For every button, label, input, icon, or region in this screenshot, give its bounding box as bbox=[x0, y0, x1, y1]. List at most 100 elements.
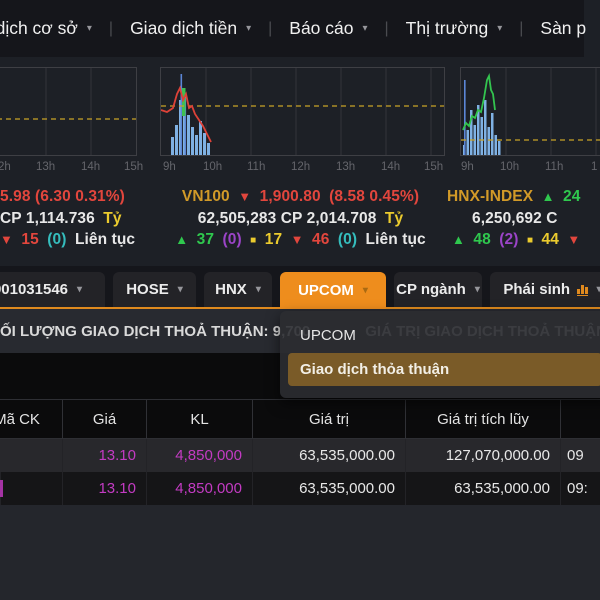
market-tab-bar: 001031546 ▾ HOSE ▾ HNX ▾ UPCOM ▾ CP ngàn… bbox=[0, 266, 600, 309]
chevron-down-icon: ▾ bbox=[178, 284, 183, 295]
top-nav: o dịch cơ sở ▾ | Giao dịch tiền ▾ | Báo … bbox=[0, 0, 584, 57]
tab-label: HNX bbox=[215, 281, 247, 298]
chart-x-axis-labels: 2h 13h 14h 15h 9h 10h 11h 12h 13h 14h 15… bbox=[0, 161, 600, 177]
ticker-fragment bbox=[0, 480, 3, 497]
tab-label: Phái sinh bbox=[503, 281, 570, 298]
index-chart-hnx bbox=[460, 67, 600, 156]
x-tick: 12h bbox=[291, 161, 310, 173]
cell-value: 63,535,000.00 bbox=[252, 439, 405, 472]
deal-table-row[interactable]: 13.10 4,850,000 63,535,000.00 127,070,00… bbox=[0, 439, 600, 472]
x-tick: 11h bbox=[545, 161, 563, 173]
x-tick: 14h bbox=[81, 161, 100, 173]
index-change-value: 5.98 (6.30 0.31%) bbox=[0, 188, 125, 205]
cell-cumulative-value: 127,070,000.00 bbox=[405, 439, 560, 472]
x-tick: 10h bbox=[500, 161, 519, 173]
chevron-down-icon: ▾ bbox=[597, 284, 600, 295]
cell-volume: 4,850,000 bbox=[146, 472, 252, 505]
tab-hose[interactable]: HOSE ▾ bbox=[113, 272, 196, 307]
advancers-count: 48 bbox=[473, 231, 490, 248]
up-arrow-icon: ▲ bbox=[452, 232, 465, 247]
tab-label: 001031546 bbox=[0, 281, 68, 298]
chevron-down-icon: ▾ bbox=[77, 284, 82, 295]
chevron-down-icon: ▾ bbox=[497, 23, 502, 34]
advancers-count: 37 bbox=[197, 231, 214, 248]
x-tick: 14h bbox=[381, 161, 400, 173]
chevron-down-icon: ▾ bbox=[362, 23, 367, 34]
index-vn100-breadth: ▲ 37 (0) ■ 17 ▼ 46 (0) Liên tục bbox=[160, 231, 445, 249]
nav-item-bao-cao[interactable]: Báo cáo ▾ bbox=[272, 18, 384, 39]
tab-label: UPCOM bbox=[298, 282, 354, 299]
index-chart-left bbox=[0, 67, 137, 156]
x-tick: 15h bbox=[424, 161, 443, 173]
flat-square-icon: ■ bbox=[250, 235, 256, 246]
dropdown-item-upcom[interactable]: UPCOM bbox=[288, 319, 600, 352]
index-name: HNX-INDEX bbox=[447, 188, 533, 205]
empty-footer-area bbox=[0, 505, 600, 600]
index-left-volume: CP 1,114.736 Tỷ bbox=[0, 210, 126, 228]
col-header-gia: Giá bbox=[62, 400, 146, 438]
session-status: Liên tục bbox=[366, 231, 426, 248]
nav-label: Thị trường bbox=[406, 18, 489, 39]
index-value: 1,900.80 bbox=[260, 188, 321, 205]
nav-item-giao-dich-co-so[interactable]: o dịch cơ sở ▾ bbox=[0, 18, 109, 39]
nav-item-san-phai-sinh[interactable]: Sàn p bbox=[523, 18, 600, 39]
down-arrow-icon: ▼ bbox=[238, 189, 251, 204]
volume-value: CP 1,114.736 bbox=[0, 210, 95, 227]
col-header-ma-ck: Mã CK bbox=[0, 400, 62, 438]
cell-price: 13.10 bbox=[62, 472, 146, 505]
deal-table-row[interactable]: 13.10 4,850,000 63,535,000.00 63,535,000… bbox=[0, 472, 600, 505]
unchanged-count: 17 bbox=[265, 231, 282, 248]
col-header-time bbox=[560, 400, 600, 438]
index-left-breadth: ▼ 15 (0) Liên tục bbox=[0, 231, 139, 249]
x-tick: 13h bbox=[336, 161, 355, 173]
cell-price: 13.10 bbox=[62, 439, 146, 472]
chevron-down-icon: ▾ bbox=[475, 284, 480, 295]
x-tick: 10h bbox=[203, 161, 222, 173]
volume-unit: Tỷ bbox=[385, 210, 403, 227]
floor-count: (0) bbox=[338, 231, 357, 248]
index-vn100-title: VN100 ▼ 1,900.80 (8.58 0.45%) bbox=[160, 188, 445, 206]
deal-volume-text: ỐI LƯỢNG GIAO DỊCH THOẢ THUẬN: 9,700 bbox=[0, 323, 310, 340]
ceiling-count: (2) bbox=[499, 231, 518, 248]
x-tick: 9h bbox=[461, 161, 474, 173]
tab-upcom[interactable]: UPCOM ▾ bbox=[280, 272, 386, 309]
chevron-down-icon: ▾ bbox=[87, 23, 92, 34]
nav-label: Giao dịch tiền bbox=[130, 18, 237, 39]
nav-item-giao-dich-tien[interactable]: Giao dịch tiền ▾ bbox=[113, 18, 268, 39]
tab-account[interactable]: 001031546 ▾ bbox=[0, 272, 105, 307]
nav-label: Báo cáo bbox=[289, 18, 353, 39]
chevron-down-icon: ▾ bbox=[256, 284, 261, 295]
tab-label: HOSE bbox=[126, 281, 169, 298]
volume-value: 6,250,692 C bbox=[472, 210, 558, 227]
cell-cumulative-value: 63,535,000.00 bbox=[405, 472, 560, 505]
volume-value: 62,505,283 CP 2,014.708 bbox=[198, 210, 377, 227]
x-tick: 1 bbox=[591, 161, 597, 173]
down-arrow-icon: ▼ bbox=[291, 232, 304, 247]
tab-phai-sinh[interactable]: Phái sinh ▾ bbox=[490, 272, 600, 307]
col-header-gia-tri: Giá trị bbox=[252, 400, 405, 438]
col-header-tich-luy: Giá trị tích lũy bbox=[405, 400, 560, 438]
index-value: 24 bbox=[563, 188, 580, 205]
down-arrow-icon: ▼ bbox=[0, 232, 13, 247]
x-tick: 9h bbox=[163, 161, 176, 173]
ceiling-count: (0) bbox=[222, 231, 241, 248]
cell-value: 63,535,000.00 bbox=[252, 472, 405, 505]
chevron-down-icon: ▾ bbox=[363, 285, 368, 296]
upcom-dropdown-menu: UPCOM Giao dịch thỏa thuận bbox=[280, 311, 600, 398]
nav-item-thi-truong[interactable]: Thị trường ▾ bbox=[389, 18, 520, 39]
decliners-count: 15 bbox=[21, 231, 38, 248]
up-arrow-icon: ▲ bbox=[175, 232, 188, 247]
col-header-kl: KL bbox=[146, 400, 252, 438]
tab-hnx[interactable]: HNX ▾ bbox=[204, 272, 272, 307]
index-name: VN100 bbox=[182, 188, 230, 205]
x-tick: 15h bbox=[124, 161, 143, 173]
index-left-change: 5.98 (6.30 0.31%) bbox=[0, 188, 129, 206]
tab-cp-nganh[interactable]: CP ngành ▾ bbox=[394, 272, 482, 307]
dropdown-item-giao-dich-thoa-thuan[interactable]: Giao dịch thỏa thuận bbox=[288, 353, 600, 386]
tab-label: CP ngành bbox=[396, 281, 466, 298]
x-tick: 2h bbox=[0, 161, 11, 173]
index-hnx-breadth: ▲ 48 (2) ■ 44 ▼ bbox=[452, 231, 584, 249]
cell-ticker bbox=[0, 472, 62, 505]
cell-volume: 4,850,000 bbox=[146, 439, 252, 472]
bar-chart-icon bbox=[577, 284, 588, 296]
